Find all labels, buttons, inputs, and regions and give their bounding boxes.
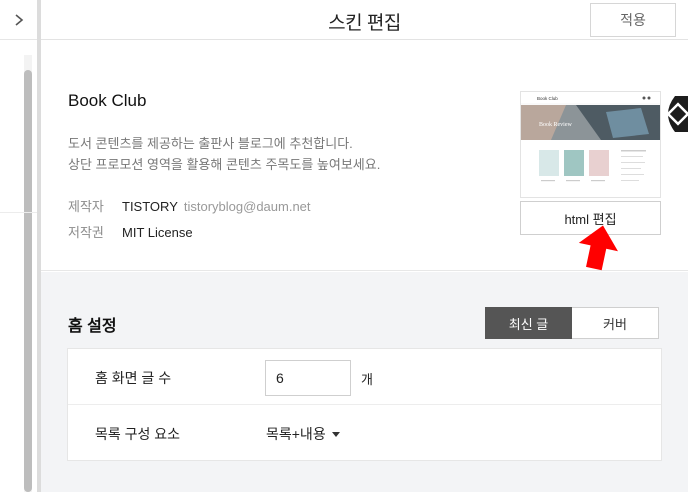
author-value: TISTORY: [122, 199, 178, 214]
settings-panel: 홈 화면 글 수 개 목록 구성 요소 목록+내용: [67, 348, 662, 461]
skin-author: 제작자 TISTORY tistoryblog@daum.net: [68, 196, 311, 215]
skin-description: 도서 콘텐츠를 제공하는 출판사 블로그에 추천합니다. 상단 프로모션 영역을…: [68, 133, 380, 175]
chevron-right-icon: [14, 13, 24, 27]
floating-badge-icon[interactable]: [661, 94, 688, 134]
post-count-unit: 개: [361, 372, 373, 387]
editor-header: 스킨 편집 적용: [41, 0, 688, 40]
list-component-value: 목록+내용: [266, 426, 326, 442]
arrow-up-icon: [578, 225, 618, 278]
home-settings-section: 홈 설정 최신 글 커버 홈 화면 글 수 개 목록 구성 요소 목록+내용: [41, 272, 688, 492]
tab-latest-posts[interactable]: 최신 글: [485, 307, 572, 339]
section-title: 홈 설정: [68, 318, 117, 335]
home-mode-tabs: 최신 글 커버: [485, 307, 659, 339]
collapse-panel-button[interactable]: [0, 0, 37, 40]
apply-button[interactable]: 적용: [590, 3, 676, 37]
thumbnail-banner: Book Review: [539, 122, 572, 128]
thumbnail-title: Book Club: [537, 96, 558, 101]
divider: [0, 212, 37, 213]
setting-row: 홈 화면 글 수 개: [68, 349, 661, 405]
skin-description-line: 상단 프로모션 영역을 활용해 콘텐츠 주목도를 높여보세요.: [68, 157, 381, 172]
list-component-select[interactable]: 목록+내용: [266, 424, 340, 444]
skin-license: 저작권 MIT License: [68, 222, 199, 241]
caret-down-icon: [331, 432, 340, 437]
author-email: tistoryblog@daum.net: [183, 199, 311, 214]
license-value: MIT License: [122, 225, 193, 240]
skin-description-line: 도서 콘텐츠를 제공하는 출판사 블로그에 추천합니다.: [68, 136, 353, 151]
post-count-input[interactable]: [265, 360, 351, 396]
skin-name: Book Club: [68, 91, 147, 110]
post-count-label: 홈 화면 글 수: [95, 370, 172, 386]
skin-thumbnail: Book Club Book Review: [520, 91, 661, 198]
tab-cover[interactable]: 커버: [572, 307, 659, 339]
license-label: 저작권: [68, 225, 104, 240]
list-component-label: 목록 구성 요소: [95, 426, 181, 442]
setting-row: 목록 구성 요소 목록+내용: [68, 405, 661, 461]
scrollbar-thumb[interactable]: [24, 70, 32, 492]
author-label: 제작자: [68, 199, 104, 214]
